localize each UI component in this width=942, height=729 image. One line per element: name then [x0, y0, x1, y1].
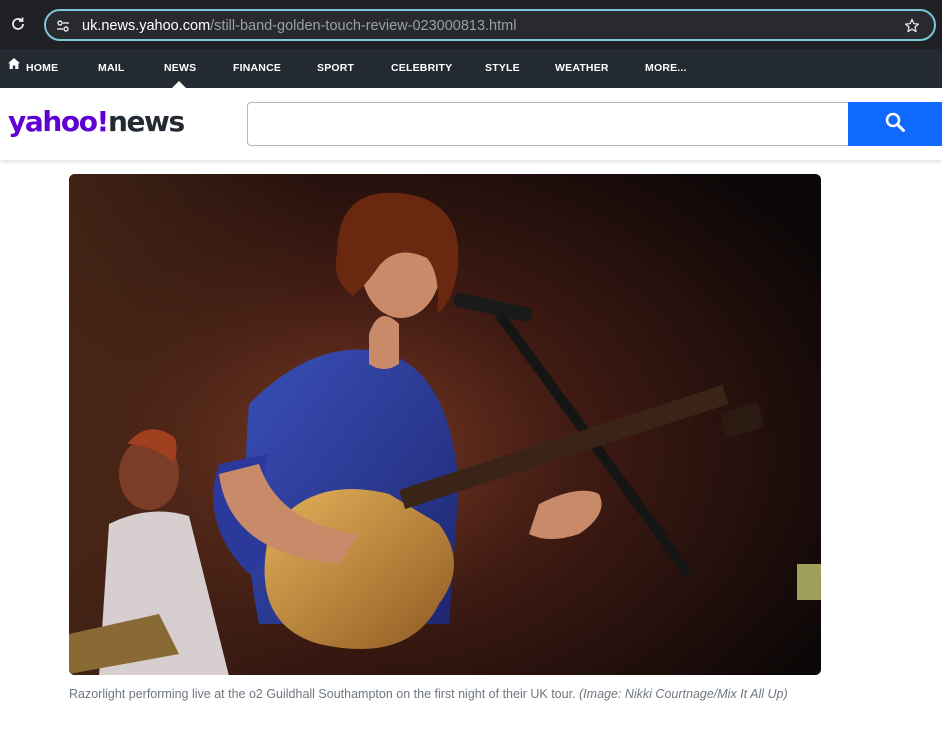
nav-item-home[interactable]: HOME — [8, 49, 58, 88]
site-info-icon[interactable] — [54, 17, 72, 35]
yahoo-news-logo[interactable]: yahoo!news — [8, 105, 185, 138]
url-host: uk.news.yahoo.com — [82, 18, 211, 34]
logo-yahoo-text: yahoo! — [8, 105, 109, 138]
address-bar[interactable]: uk.news.yahoo.com/still-band-golden-touc… — [44, 9, 936, 41]
nav-item-finance[interactable]: FINANCE — [233, 49, 281, 88]
nav-item-sport[interactable]: SPORT — [317, 49, 354, 88]
logo-news-text: news — [107, 105, 185, 138]
url-path: /still-band-golden-touch-review-02300081… — [210, 18, 517, 34]
article-photo — [69, 174, 821, 675]
search-button[interactable] — [848, 102, 942, 146]
nav-item-celebrity[interactable]: CELEBRITY — [391, 49, 452, 88]
nav-item-label: NEWS — [164, 62, 197, 74]
nav-item-label: HOME — [26, 62, 59, 74]
nav-item-label: MAIL — [98, 62, 125, 74]
photo-caption: Razorlight performing live at the o2 Gui… — [69, 684, 829, 704]
nav-item-label: STYLE — [485, 62, 520, 74]
search-icon — [884, 111, 906, 138]
caption-text: Razorlight performing live at the o2 Gui… — [69, 687, 576, 701]
browser-toolbar: uk.news.yahoo.com/still-band-golden-touc… — [0, 0, 942, 49]
reload-icon[interactable] — [8, 14, 28, 34]
search-input[interactable] — [247, 102, 849, 146]
nav-item-label: CELEBRITY — [391, 62, 453, 74]
caption-credit: (Image: Nikki Courtnage/Mix It All Up) — [579, 687, 788, 701]
bookmark-star-icon[interactable] — [902, 16, 922, 36]
nav-item-style[interactable]: STYLE — [485, 49, 520, 88]
nav-item-label: WEATHER — [555, 62, 609, 74]
home-icon — [8, 47, 20, 86]
yahoo-top-nav: HOME MAIL NEWS FINANCE SPORT CELEBRITY S… — [0, 49, 942, 88]
nav-item-label: FINANCE — [233, 62, 282, 74]
nav-item-weather[interactable]: WEATHER — [555, 49, 609, 88]
active-tab-indicator — [172, 81, 186, 88]
url-text[interactable]: uk.news.yahoo.com/still-band-golden-touc… — [82, 17, 516, 35]
concert-photo-illustration — [69, 174, 821, 675]
nav-item-mail[interactable]: MAIL — [98, 49, 124, 88]
nav-item-label: MORE... — [645, 62, 687, 74]
nav-item-more[interactable]: MORE... — [645, 49, 687, 88]
nav-item-label: SPORT — [317, 62, 355, 74]
site-header: yahoo!news — [0, 88, 942, 160]
